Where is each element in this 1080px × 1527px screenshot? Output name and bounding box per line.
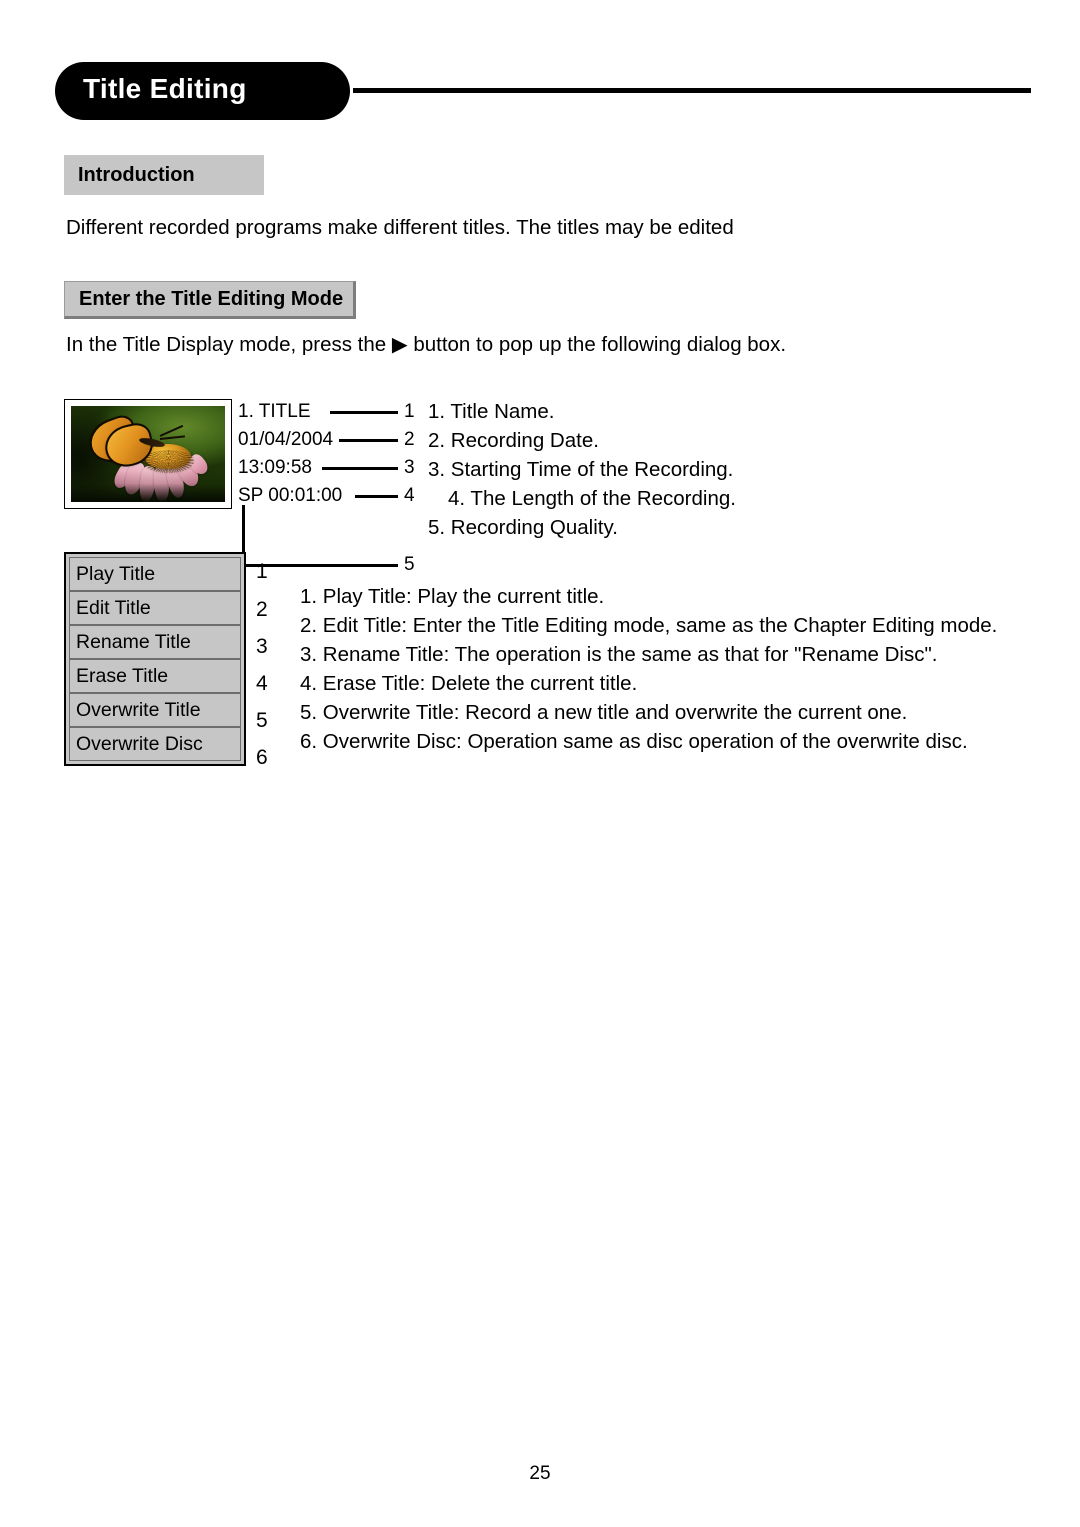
menu-item-play-title[interactable]: Play Title: [69, 557, 241, 591]
header-rule: [353, 88, 1031, 93]
menu-callout-number-3: 3: [256, 635, 268, 658]
menu-item-edit-title[interactable]: Edit Title: [69, 591, 241, 625]
section-heading-enter-mode: Enter the Title Editing Mode: [64, 281, 356, 319]
title-editing-menu[interactable]: Play Title Edit Title Rename Title Erase…: [64, 552, 246, 766]
leader-line-2: [339, 439, 398, 442]
menu-description-2: 2. Edit Title: Enter the Title Editing m…: [300, 614, 998, 637]
menu-description-1: 1. Play Title: Play the current title.: [300, 585, 605, 608]
leader-line-3: [322, 467, 398, 470]
section-heading-enter-mode-label: Enter the Title Editing Mode: [79, 287, 344, 310]
menu-item-erase-title-label: Erase Title: [76, 664, 169, 687]
legend-item-4: 4. The Length of the Recording.: [448, 487, 736, 510]
leader-line-4: [355, 495, 398, 498]
menu-description-4: 4. Erase Title: Delete the current title…: [300, 672, 638, 695]
enter-mode-paragraph: In the Title Display mode, press the ▶ b…: [66, 333, 787, 356]
section-heading-introduction: Introduction: [64, 155, 264, 195]
callout-number-3: 3: [404, 457, 415, 478]
page-header: Title Editing: [0, 0, 1080, 130]
menu-description-3: 3. Rename Title: The operation is the sa…: [300, 643, 938, 666]
section-heading-introduction-label: Introduction: [78, 163, 195, 186]
leader-line-1: [330, 411, 398, 414]
menu-callout-number-2: 2: [256, 598, 268, 621]
callout-number-4: 4: [404, 485, 415, 506]
title-thumbnail-frame: [64, 399, 232, 509]
menu-callout-number-4: 4: [256, 672, 268, 695]
butterfly-coneflower-photo: [71, 406, 225, 502]
osd-metadata-time: 13:09:58: [238, 457, 312, 478]
menu-callout-number-6: 6: [256, 746, 268, 769]
osd-metadata-quality-length: SP 00:01:00: [238, 485, 343, 506]
legend-item-2: 2. Recording Date.: [428, 429, 599, 452]
menu-callout-number-5: 5: [256, 709, 268, 732]
page-title: Title Editing: [83, 73, 247, 104]
page-number: 25: [529, 1463, 551, 1484]
menu-item-overwrite-disc-label: Overwrite Disc: [76, 732, 203, 755]
introduction-paragraph: Different recorded programs make differe…: [66, 216, 734, 239]
chapter-title-pill: Title Editing: [55, 62, 350, 120]
menu-item-rename-title-label: Rename Title: [76, 630, 191, 653]
menu-item-overwrite-title[interactable]: Overwrite Title: [69, 693, 241, 727]
menu-item-play-title-label: Play Title: [76, 562, 156, 585]
menu-item-overwrite-disc[interactable]: Overwrite Disc: [69, 727, 241, 761]
menu-item-edit-title-label: Edit Title: [76, 596, 151, 619]
legend-item-1: 1. Title Name.: [428, 400, 555, 423]
menu-item-rename-title[interactable]: Rename Title: [69, 625, 241, 659]
menu-item-overwrite-title-label: Overwrite Title: [76, 698, 201, 721]
callout-number-2: 2: [404, 429, 415, 450]
menu-description-5: 5. Overwrite Title: Record a new title a…: [300, 701, 908, 724]
osd-metadata-title: 1. TITLE: [238, 401, 311, 422]
callout-number-1: 1: [404, 401, 415, 422]
osd-metadata-date: 01/04/2004: [238, 429, 334, 450]
legend-item-3: 3. Starting Time of the Recording.: [428, 458, 734, 481]
callout-number-5: 5: [404, 554, 415, 575]
menu-description-6: 6. Overwrite Disc: Operation same as dis…: [300, 730, 968, 753]
menu-callout-number-1: 1: [256, 560, 268, 583]
menu-item-erase-title[interactable]: Erase Title: [69, 659, 241, 693]
legend-item-5: 5. Recording Quality.: [428, 516, 618, 539]
